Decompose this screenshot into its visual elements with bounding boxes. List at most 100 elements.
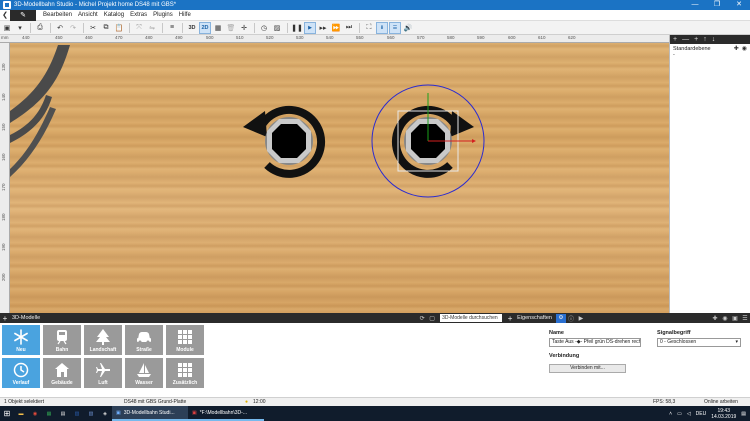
play-panel-icon[interactable]: ▶ — [576, 315, 586, 322]
gear-icon[interactable]: ⚙ — [555, 313, 566, 323]
cut-icon[interactable]: ✂ — [87, 22, 99, 34]
close-button[interactable]: ✕ — [728, 0, 750, 10]
grid-icon[interactable]: ▦ — [212, 22, 224, 34]
menu-icon[interactable]: ☰ — [740, 315, 750, 322]
rotate-right-button[interactable] — [371, 84, 485, 198]
menu-plugins[interactable]: Plugins — [150, 12, 176, 18]
name-field[interactable]: Taste Aus -◆- Pfeil grün DS-drehen recht… — [549, 338, 641, 347]
sync-icon[interactable]: ⟳ — [417, 315, 427, 322]
paste-icon[interactable]: 📋 — [113, 22, 125, 34]
browser-icon[interactable]: ◉ — [28, 406, 42, 421]
tile-label: Neu — [16, 347, 26, 353]
dropdown-icon[interactable]: ▾ — [14, 22, 26, 34]
taskbar-app-label: *F:\Modellbahn\3D-... — [199, 409, 247, 416]
maximize-button[interactable]: ❐ — [706, 0, 728, 10]
tray-expand-icon[interactable]: ˄ — [669, 411, 672, 417]
tile-neu[interactable]: Neu — [1, 324, 41, 356]
clock[interactable]: 19:43 14.03.2019 — [711, 408, 736, 420]
menu-ansicht[interactable]: Ansicht — [75, 12, 101, 18]
tile-luft[interactable]: Luft — [83, 357, 123, 389]
move-up-icon[interactable]: ↑ — [703, 36, 707, 43]
house-icon — [55, 363, 69, 377]
taskbar-app-modellbahn[interactable]: ▣ 3D-Modellbahn Studi... — [112, 406, 188, 421]
taskbar-app-explorer[interactable]: ▣ *F:\Modellbahn\3D-... — [188, 406, 264, 421]
file-explorer-icon[interactable]: ▬ — [14, 406, 28, 421]
tile-landschaft[interactable]: Landschaft — [83, 324, 123, 356]
save-icon[interactable]: ▣ — [1, 22, 13, 34]
grid-icon — [178, 363, 192, 377]
app-icon[interactable]: ▧ — [84, 406, 98, 421]
add-icon[interactable]: + — [505, 314, 515, 323]
word-icon[interactable]: ▥ — [70, 406, 84, 421]
models-panel-title: 3D-Modelle — [12, 315, 41, 321]
tile-gebaeude[interactable]: Gebäude — [42, 357, 82, 389]
tile-label: Verlauf — [12, 380, 30, 386]
menu-bearbeiten[interactable]: Bearbeiten — [40, 12, 75, 18]
add-layer-icon[interactable]: + — [673, 36, 677, 43]
track-segment[interactable] — [10, 45, 70, 177]
lock-icon[interactable]: ▣ — [730, 315, 740, 322]
delete-icon[interactable]: 🗑 — [225, 22, 237, 34]
status-bar: 1 Objekt selektiert DS48 mit GBS Grund-P… — [0, 397, 750, 406]
snap-icon[interactable]: ⬇ — [376, 21, 388, 34]
connect-button[interactable]: Verbinden mit... — [549, 364, 626, 373]
copy-icon[interactable]: ⧉ — [100, 22, 112, 34]
windows-start-icon[interactable]: ⊞ — [0, 406, 14, 421]
layers-icon[interactable]: ≡ — [166, 22, 178, 34]
layer-row[interactable]: Standardebene ✚ ◉ — [670, 44, 750, 53]
tile-wasser[interactable]: Wasser — [124, 357, 164, 389]
tile-module[interactable]: Module — [165, 324, 205, 356]
align-icon[interactable]: ⤧ — [133, 22, 145, 34]
menu-katalog[interactable]: Katalog — [101, 12, 127, 18]
pause-icon[interactable]: ❚❚ — [291, 22, 303, 34]
tile-strasse[interactable]: Straße — [124, 324, 164, 356]
eye-icon[interactable]: ◉ — [720, 315, 730, 322]
volume-icon[interactable]: ◁ — [687, 411, 691, 417]
car-icon — [137, 332, 151, 344]
print-icon[interactable]: ⎙ — [34, 22, 46, 34]
remove-layer-icon[interactable]: — — [682, 36, 689, 43]
view-3d-button[interactable]: 3D — [186, 22, 198, 34]
undo-icon[interactable]: ↶ — [54, 22, 66, 34]
view-2d-button[interactable]: 2D — [199, 21, 211, 34]
tile-verlauf[interactable]: Verlauf — [1, 357, 41, 389]
move-icon[interactable]: ✛ — [238, 22, 250, 34]
notifications-icon[interactable]: ▤ — [741, 411, 746, 417]
window-icon[interactable]: ▢ — [427, 315, 437, 322]
tile-zusaetzlich[interactable]: Zusätzlich — [165, 357, 205, 389]
add-sublayer-icon[interactable]: + — [694, 36, 698, 43]
back-arrow-icon[interactable]: ❮ — [0, 11, 10, 19]
add-icon[interactable]: + — [0, 314, 10, 323]
tile-bahn[interactable]: Bahn — [42, 324, 82, 356]
sound-icon[interactable]: 🔊 — [402, 22, 414, 34]
media-icon[interactable]: ◈ — [98, 406, 112, 421]
fast-forward-icon[interactable]: ▸▸ — [317, 22, 329, 34]
clock-icon[interactable]: ◷ — [258, 22, 270, 34]
network-icon[interactable]: ▭ — [677, 411, 682, 417]
minimize-button[interactable]: — — [684, 0, 706, 10]
fit-view-icon[interactable]: ⛶ — [363, 22, 375, 34]
skip-end-icon[interactable]: ⏭ — [343, 22, 355, 34]
faster-forward-icon[interactable]: ⏩ — [330, 22, 342, 34]
edit-mode-tab[interactable]: ✎ — [10, 9, 36, 21]
signal-select[interactable]: 0 - Geschlossen ▾ — [657, 338, 741, 347]
eye-icon[interactable]: ◉ — [742, 45, 747, 52]
terrain-icon[interactable]: ▨ — [271, 22, 283, 34]
calculator-icon[interactable]: ▤ — [56, 406, 70, 421]
redo-icon[interactable]: ↷ — [67, 22, 79, 34]
menu-hilfe[interactable]: Hilfe — [176, 12, 194, 18]
move-down-icon[interactable]: ↓ — [712, 36, 716, 43]
models-search-input[interactable]: 3D-Modelle durchsuchen — [440, 314, 503, 322]
excel-icon[interactable]: ▦ — [42, 406, 56, 421]
viewport[interactable]: mm 440 450 460 470 480 490 500 510 520 5… — [0, 35, 669, 313]
rotate-left-button[interactable] — [243, 105, 326, 178]
menu-extras[interactable]: Extras — [127, 12, 150, 18]
track-icon[interactable]: ☰ — [389, 21, 401, 34]
pin-icon[interactable]: ✚ — [710, 315, 720, 322]
language-indicator[interactable]: DEU — [696, 411, 707, 417]
flip-icon[interactable]: ⇋ — [146, 22, 158, 34]
pin-icon[interactable]: ✚ — [734, 45, 739, 52]
info-icon[interactable]: ⓘ — [566, 314, 576, 323]
scene-layer — [10, 45, 485, 198]
play-icon[interactable]: ▶ — [304, 21, 316, 34]
